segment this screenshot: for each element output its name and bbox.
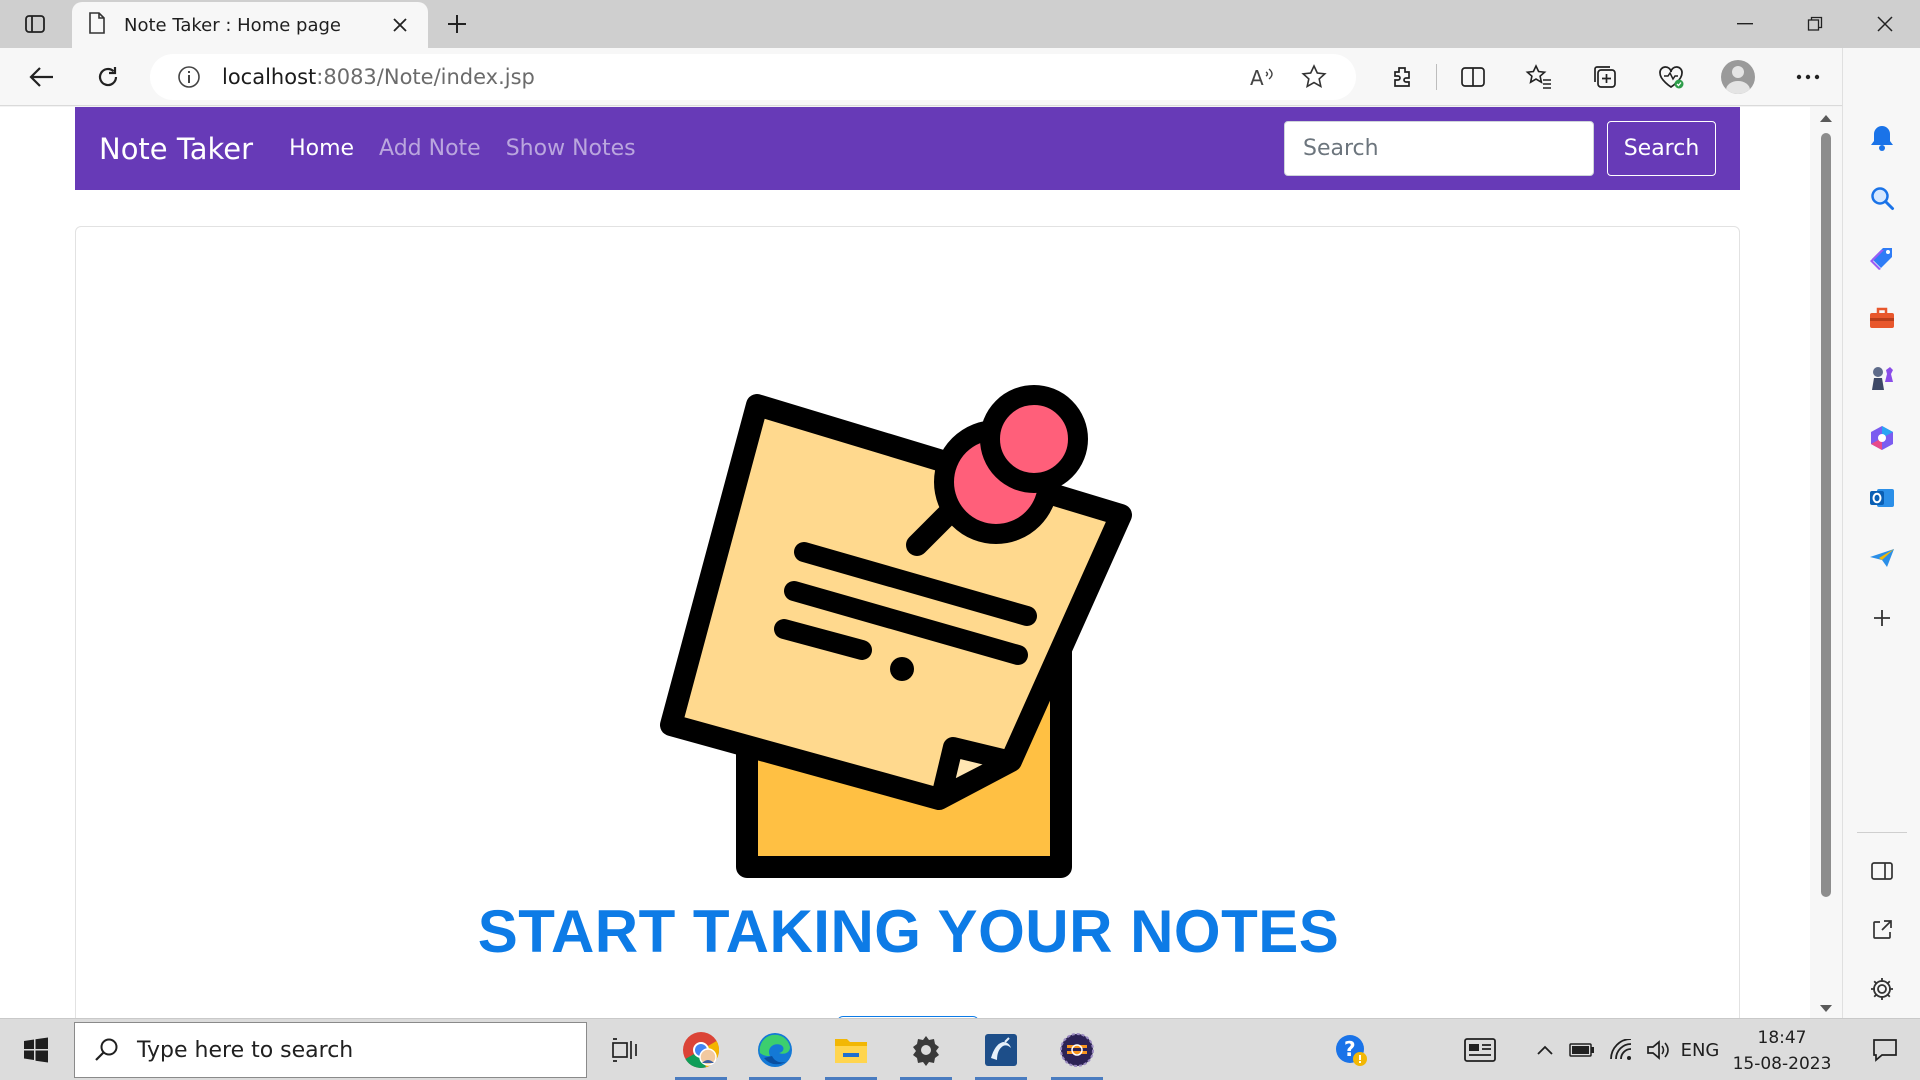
edge-taskbar-icon[interactable] [744, 1019, 806, 1080]
hero-card: START TAKING YOUR NOTES [75, 226, 1740, 1018]
navbar: Note Taker Home Add Note Show Notes Sear… [75, 107, 1740, 190]
favorite-star-icon[interactable] [1292, 55, 1336, 99]
sidebar-separator [1857, 832, 1907, 833]
task-view-icon[interactable] [594, 1019, 656, 1080]
tab-title: Note Taker : Home page [124, 14, 341, 36]
outlook-icon[interactable] [1862, 478, 1902, 518]
scroll-up-icon[interactable] [1818, 111, 1834, 125]
mysql-workbench-icon[interactable] [970, 1019, 1032, 1080]
search-sidebar-icon[interactable] [1862, 178, 1902, 218]
new-tab-icon[interactable] [442, 9, 472, 39]
clock-date: 15-08-2023 [1732, 1054, 1832, 1074]
taskbar-clock[interactable]: 18:47 15-08-2023 [1726, 1025, 1838, 1077]
hide-sidebar-icon[interactable] [1862, 851, 1902, 891]
nav-links: Home Add Note Show Notes [289, 136, 661, 161]
sidebar-settings-gear-icon[interactable] [1862, 969, 1902, 1009]
hero-title: START TAKING YOUR NOTES [477, 898, 1340, 965]
refresh-icon[interactable] [86, 55, 130, 99]
page-scrollbar[interactable] [1810, 107, 1842, 1018]
profile-avatar[interactable] [1716, 55, 1760, 99]
volume-icon[interactable] [1642, 1019, 1676, 1080]
games-chess-icon[interactable] [1862, 358, 1902, 398]
battery-icon[interactable] [1565, 1019, 1599, 1080]
send-telegram-icon[interactable] [1862, 538, 1902, 578]
close-window-icon[interactable] [1850, 0, 1920, 48]
action-center-icon[interactable] [1850, 1019, 1920, 1080]
minimize-icon[interactable] [1710, 0, 1780, 48]
microsoft-365-icon[interactable] [1862, 418, 1902, 458]
search-input[interactable] [1284, 121, 1594, 176]
tools-briefcase-icon[interactable] [1862, 298, 1902, 338]
scroll-thumb[interactable] [1821, 133, 1831, 897]
notification-bell-icon[interactable] [1862, 118, 1902, 158]
sticky-note-image [660, 385, 1132, 878]
site-info-icon[interactable] [174, 62, 204, 92]
taskbar-search-box[interactable]: Type here to search [74, 1022, 587, 1078]
read-aloud-icon[interactable]: A [1240, 55, 1284, 99]
windows-taskbar: Type here to search ? ENG 18:47 15-08-20… [0, 1018, 1920, 1080]
edge-sidebar [1842, 48, 1920, 1018]
chrome-taskbar-icon[interactable] [670, 1019, 732, 1080]
news-widget-icon[interactable] [1455, 1019, 1505, 1080]
settings-gear-icon[interactable] [895, 1019, 957, 1080]
nav-link-show-notes[interactable]: Show Notes [506, 136, 636, 161]
language-indicator[interactable]: ENG [1680, 1019, 1720, 1080]
tab-strip: Note Taker : Home page [0, 0, 1920, 48]
page-viewport: Note Taker Home Add Note Show Notes Sear… [0, 107, 1810, 1018]
address-bar[interactable]: localhost:8083/Note/index.jsp A [150, 54, 1356, 100]
shopping-tag-icon[interactable] [1862, 238, 1902, 278]
close-tab-icon[interactable] [388, 13, 412, 37]
scroll-down-icon[interactable] [1818, 1002, 1834, 1016]
navbar-brand[interactable]: Note Taker [99, 132, 253, 166]
extensions-icon[interactable] [1380, 55, 1424, 99]
clock-time: 18:47 [1757, 1028, 1807, 1048]
toolbar-separator [1436, 64, 1437, 90]
split-screen-icon[interactable] [1451, 55, 1495, 99]
windows-start-icon[interactable] [0, 1019, 72, 1080]
url-text: localhost:8083/Note/index.jsp [222, 65, 535, 89]
help-tips-icon[interactable]: ? [1320, 1019, 1382, 1080]
collections-icon[interactable] [1583, 55, 1627, 99]
eclipse-ide-icon[interactable] [1046, 1019, 1108, 1080]
favorites-icon[interactable] [1517, 55, 1561, 99]
search-icon [87, 1030, 127, 1070]
open-external-icon[interactable] [1862, 910, 1902, 950]
file-explorer-icon[interactable] [820, 1019, 882, 1080]
svg-text:A: A [1250, 66, 1264, 88]
search-form: Search [1284, 121, 1716, 176]
show-hidden-icons-chevron-icon[interactable] [1530, 1019, 1560, 1080]
tab-actions-icon[interactable] [14, 9, 56, 39]
browser-essentials-icon[interactable] [1649, 55, 1693, 99]
nav-link-home[interactable]: Home [289, 136, 354, 161]
more-options-icon[interactable] [1786, 55, 1830, 99]
taskbar-search-placeholder: Type here to search [137, 1037, 354, 1063]
search-button[interactable]: Search [1607, 121, 1716, 176]
add-sidebar-app-icon[interactable] [1862, 598, 1902, 638]
wifi-icon[interactable] [1604, 1019, 1638, 1080]
nav-link-add-note[interactable]: Add Note [379, 136, 481, 161]
browser-toolbar: localhost:8083/Note/index.jsp A [0, 48, 1920, 106]
back-icon[interactable] [20, 55, 64, 99]
browser-tab[interactable]: Note Taker : Home page [72, 2, 428, 48]
restore-icon[interactable] [1780, 0, 1850, 48]
page-icon [88, 12, 106, 38]
